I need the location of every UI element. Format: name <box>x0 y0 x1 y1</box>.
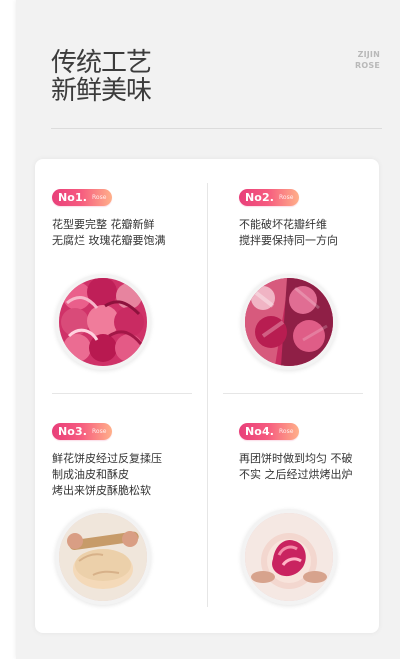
brand-line-1: ZIJIN <box>357 50 380 59</box>
step-2-line-2: 搅拌要保持同一方向 <box>239 233 338 247</box>
rose-sugar-illustration <box>245 278 333 366</box>
step-3-number: No3. <box>58 425 87 438</box>
step-3-badge-subtitle: Rose <box>92 428 107 435</box>
step-3-description: 鲜花饼皮经过反复揉压 制成油皮和酥皮 烤出来饼皮酥脆松软 <box>52 451 202 499</box>
step-4-badge: No4. Rose <box>239 423 300 440</box>
step-4-badge-subtitle: Rose <box>279 428 294 435</box>
step-4-image <box>241 509 337 605</box>
step-4-line-2: 不实 之后经过烘烤出炉 <box>239 467 353 481</box>
step-2-badge-subtitle: Rose <box>279 194 294 201</box>
step-1-line-1: 花型要完整 花瓣新鲜 <box>52 218 155 231</box>
step-4-line-1: 再团饼时做到均匀 不破 <box>239 452 353 465</box>
step-1-card: No1. Rose 花型要完整 花瓣新鲜 无腐烂 玫瑰花瓣要饱满 <box>52 186 202 249</box>
step-1-description: 花型要完整 花瓣新鲜 无腐烂 玫瑰花瓣要饱满 <box>52 217 202 249</box>
step-4-card: No4. Rose 再团饼时做到均匀 不破 不实 之后经过烘烤出炉 <box>239 420 389 483</box>
step-2-line-1: 不能破坏花瓣纤维 <box>239 218 327 231</box>
step-1-line-2: 无腐烂 玫瑰花瓣要饱满 <box>52 233 166 247</box>
step-4-number: No4. <box>245 425 274 438</box>
step-1-image <box>55 274 151 370</box>
rose-sugar-image <box>245 278 333 366</box>
step-2-number: No2. <box>245 191 274 204</box>
step-2-description: 不能破坏花瓣纤维 搅拌要保持同一方向 <box>239 217 389 249</box>
horizontal-divider-right <box>223 393 363 394</box>
step-2-badge: No2. Rose <box>239 189 300 206</box>
pastry-image <box>245 513 333 601</box>
pastry-illustration <box>245 513 333 601</box>
step-1-badge: No1. Rose <box>52 189 113 206</box>
step-2-card: No2. Rose 不能破坏花瓣纤维 搅拌要保持同一方向 <box>239 186 389 249</box>
step-3-card: No3. Rose 鲜花饼皮经过反复揉压 制成油皮和酥皮 烤出来饼皮酥脆松软 <box>52 420 202 499</box>
step-3-line-3: 烤出来饼皮酥脆松软 <box>52 483 151 497</box>
rose-petals-image <box>59 278 147 366</box>
page-title: 传统工艺 新鲜美味 <box>51 48 152 107</box>
step-1-number: No1. <box>58 191 87 204</box>
horizontal-divider-left <box>52 393 192 394</box>
step-1-badge-subtitle: Rose <box>92 194 107 201</box>
brand-line-2: ROSE <box>355 60 380 70</box>
step-3-image <box>55 509 151 605</box>
step-3-line-1: 鲜花饼皮经过反复揉压 <box>52 452 162 465</box>
process-card: No1. Rose 花型要完整 花瓣新鲜 无腐烂 玫瑰花瓣要饱满 No2. Ro… <box>35 159 379 633</box>
step-4-description: 再团饼时做到均匀 不破 不实 之后经过烘烤出炉 <box>239 451 389 483</box>
step-3-badge: No3. Rose <box>52 423 113 440</box>
step-2-image <box>241 274 337 370</box>
step-3-line-2: 制成油皮和酥皮 <box>52 467 129 481</box>
title-line-2: 新鲜美味 <box>51 76 152 107</box>
title-line-1: 传统工艺 <box>51 48 152 78</box>
dough-image <box>59 513 147 601</box>
dough-illustration <box>59 513 147 601</box>
vertical-divider <box>207 183 208 607</box>
rose-petals-illustration <box>59 278 147 366</box>
header-divider <box>51 128 382 129</box>
brand-mark: ZIJIN ROSE <box>355 50 380 72</box>
